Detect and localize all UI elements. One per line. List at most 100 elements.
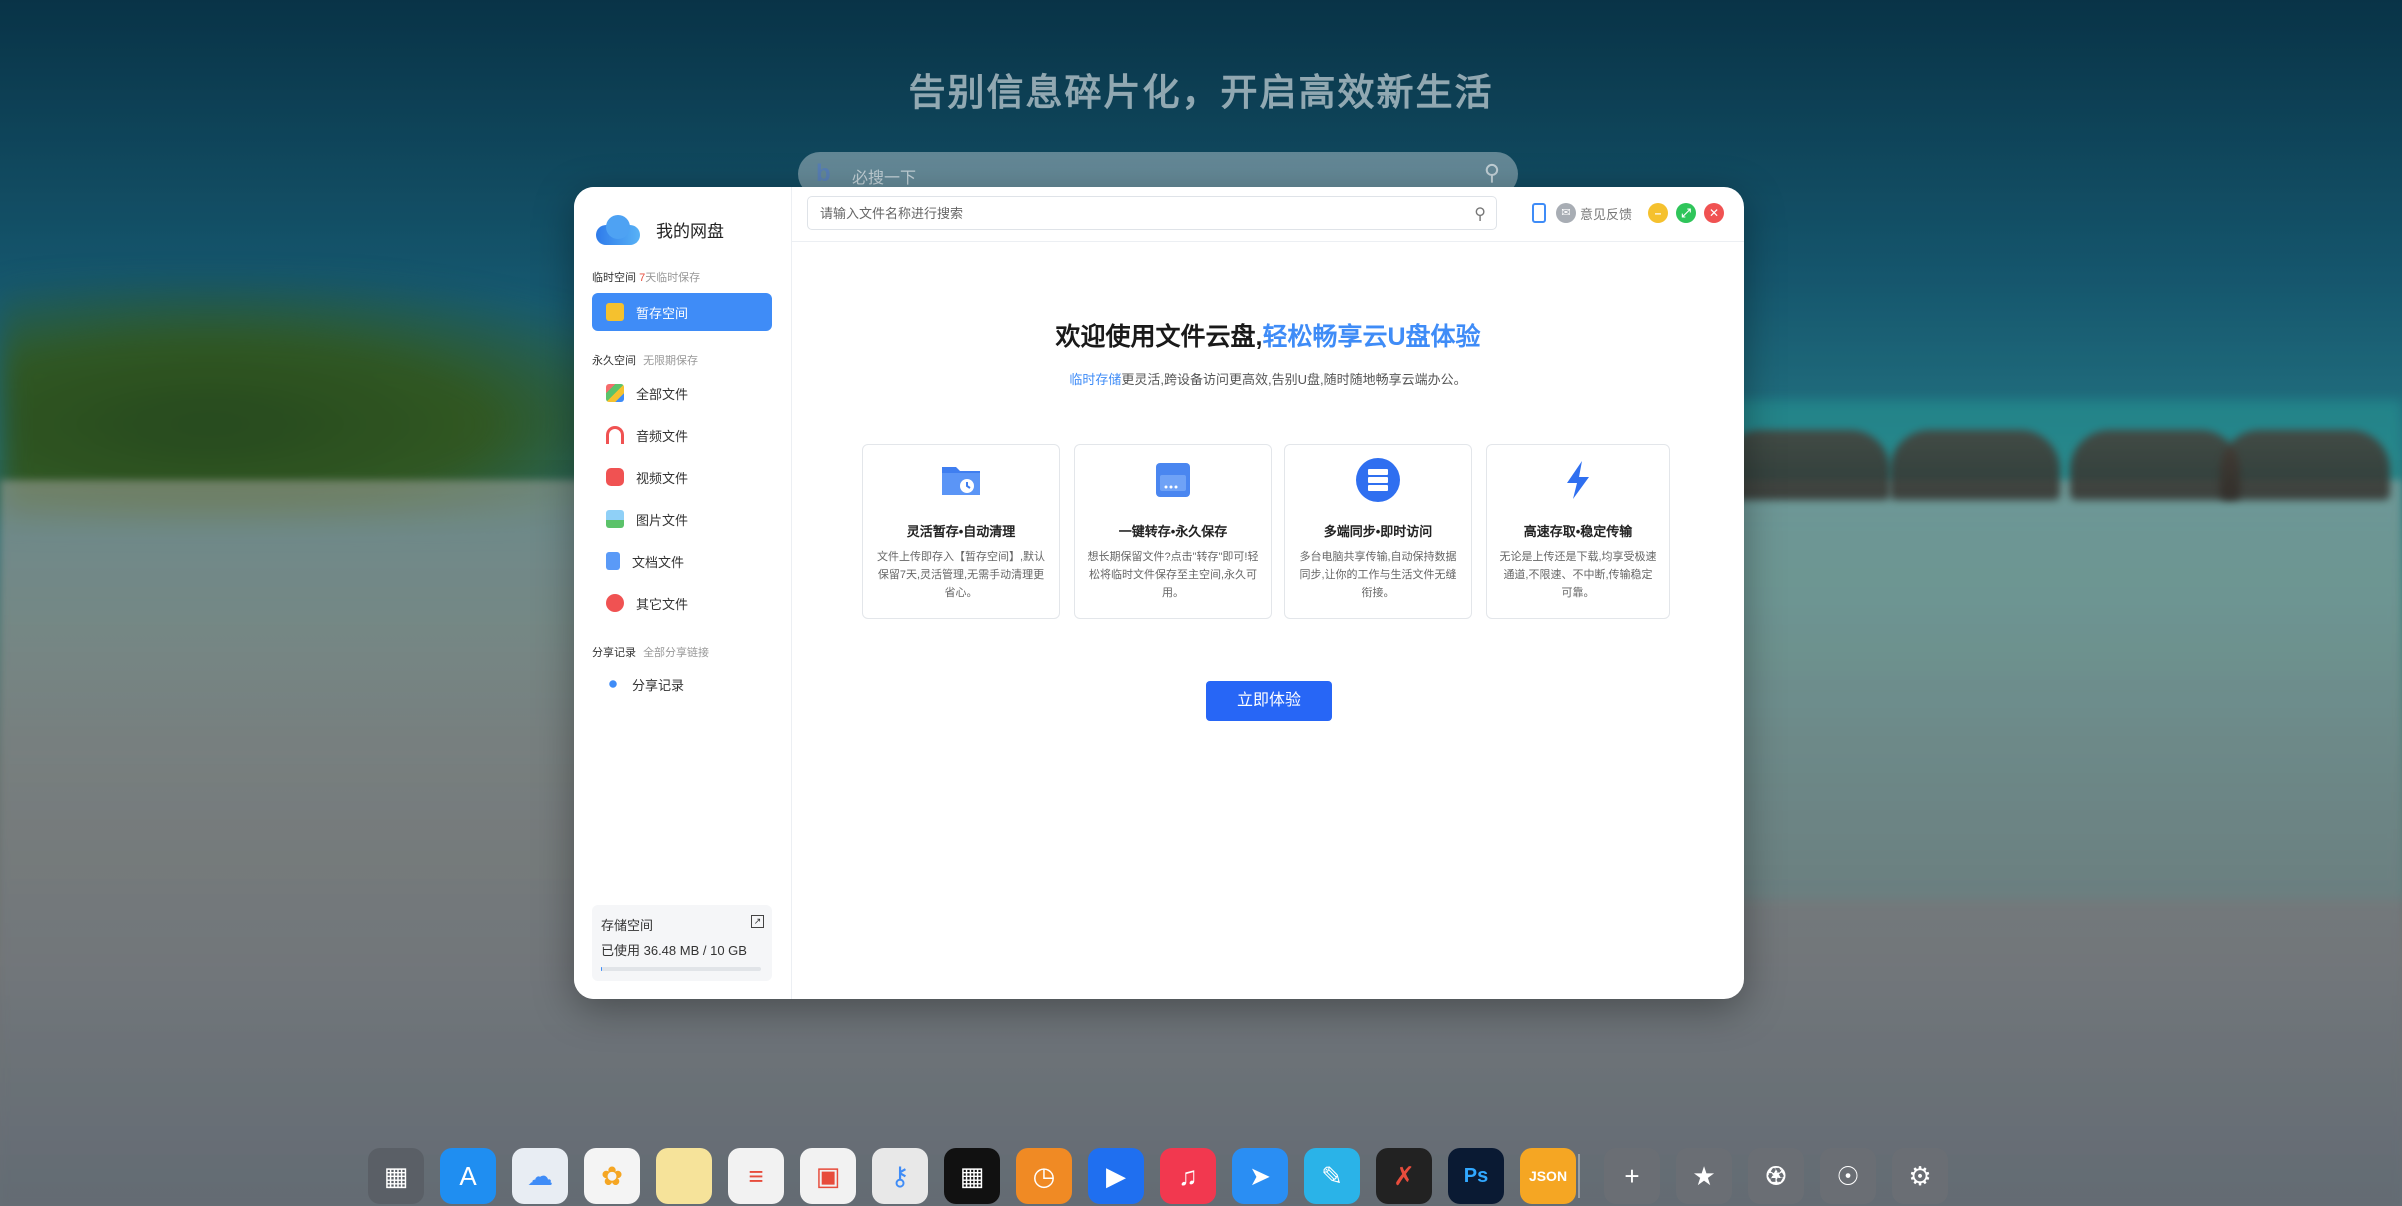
brand-name: 我的网盘 (656, 221, 724, 241)
feedback-icon[interactable]: ✉ (1556, 203, 1576, 223)
feedback-link[interactable]: 意见反馈 (1580, 204, 1632, 223)
minimize-button[interactable]: – (1648, 203, 1669, 223)
grid-icon (606, 384, 624, 402)
file-search-input[interactable] (808, 197, 1448, 229)
dock-separator (1578, 1154, 1580, 1198)
toolbar: ⚲ ✉ 意见反馈 – ⤢ ✕ (792, 187, 1744, 242)
sidebar-item-images[interactable]: 图片文件 (592, 500, 772, 538)
welcome-subtitle: 临时存储更灵活,跨设备访问更高效,告别U盘,随时随地畅享云端办公。 (792, 369, 1744, 388)
image-icon (606, 510, 624, 528)
settings-icon[interactable]: ⚙ (1892, 1148, 1948, 1204)
mobile-device-icon[interactable] (1532, 203, 1546, 223)
welcome-title-main: 欢迎使用文件云盘, (1055, 323, 1263, 351)
section-label: 分享记录 (592, 647, 636, 659)
sidebar-item-video[interactable]: 视频文件 (592, 458, 772, 496)
sidebar-item-other[interactable]: 其它文件 (592, 584, 772, 622)
cloud-drive-window: 我的网盘 临时空间 7天临时保存 暂存空间 永久空间 无限期保存 全部文件 音频… (574, 187, 1744, 999)
feature-card-desc: 多台电脑共享传输,自动保持数据同步,让你的工作与生活文件无缝衔接。 (1299, 551, 1457, 599)
sidebar-item-label: 暂存空间 (636, 305, 689, 321)
document-icon (606, 552, 620, 570)
folder-icon (606, 303, 624, 321)
cloud-logo-icon (594, 213, 642, 245)
main-content: ⚲ ✉ 意见反馈 – ⤢ ✕ 欢迎使用文件云盘,轻松畅享云U盘体验 临时存储更灵… (792, 187, 1744, 999)
video-player-icon[interactable]: ▶ (1088, 1148, 1144, 1204)
storage-progress-fill (601, 967, 602, 971)
share-icon (606, 677, 620, 691)
sidebar-item-all-files[interactable]: 全部文件 (592, 374, 772, 412)
more-dots-icon (606, 594, 624, 612)
feature-card-title: 灵活暂存•自动清理 (906, 524, 1016, 539)
feature-card-title: 多端同步•即时访问 (1323, 524, 1433, 539)
keychain-icon[interactable]: ⚷ (872, 1148, 928, 1204)
reminders-icon[interactable]: ≡ (728, 1148, 784, 1204)
sidebar-item-staging[interactable]: 暂存空间 (592, 293, 772, 331)
welcome-title-highlight: 轻松畅享云U盘体验 (1262, 323, 1481, 351)
server-icon (1355, 457, 1401, 503)
add-icon[interactable]: + (1604, 1148, 1660, 1204)
desktop-tagline: 告别信息碎片化，开启高效新生活 (908, 72, 1494, 113)
sidebar-item-label: 分享记录 (632, 677, 685, 693)
feature-card-desc: 无论是上传还是下载,均享受极速通道,不限速、不中断,传输稳定可靠。 (1499, 551, 1657, 599)
lightning-icon (1555, 457, 1601, 503)
brand: 我的网盘 (594, 213, 724, 245)
json-tool-icon[interactable]: JSON (1520, 1148, 1576, 1204)
toolbar-actions: ✉ 意见反馈 – ⤢ ✕ (1532, 203, 1725, 223)
screen-time-icon[interactable]: ☉ (1820, 1148, 1876, 1204)
section-temp-space: 临时空间 7天临时保存 (592, 269, 700, 285)
feature-card: 灵活暂存•自动清理 文件上传即存入【暂存空间】,默认保留7天,灵活管理,无需手动… (862, 444, 1060, 619)
search-icon[interactable]: ⚲ (1474, 204, 1486, 224)
section-perm-space: 永久空间 无限期保存 (592, 352, 698, 368)
section-share: 分享记录 全部分享链接 (592, 644, 709, 660)
notes-icon[interactable] (656, 1148, 712, 1204)
feature-card: 一键转存•永久保存 想长期保留文件?点击"转存"即可!轻松将临时文件保存至主空间… (1074, 444, 1272, 619)
icloud-icon[interactable]: ☁ (512, 1148, 568, 1204)
close-button[interactable]: ✕ (1704, 203, 1725, 223)
feature-card: 高速存取•稳定传输 无论是上传还是下载,均享受极速通道,不限速、不中断,传输稳定… (1486, 444, 1670, 619)
feature-card: 多端同步•即时访问 多台电脑共享传输,自动保持数据同步,让你的工作与生活文件无缝… (1284, 444, 1472, 619)
welcome-title: 欢迎使用文件云盘,轻松畅享云U盘体验 (792, 317, 1744, 353)
subtitle-text: 更灵活,跨设备访问更高效,告别U盘,随时随地畅享云端办公。 (1121, 372, 1467, 387)
sidebar-item-label: 音频文件 (636, 428, 689, 444)
clock-icon[interactable]: ◷ (1016, 1148, 1072, 1204)
sidebar-item-documents[interactable]: 文档文件 (592, 542, 772, 580)
feature-card-title: 一键转存•永久保存 (1118, 524, 1228, 539)
folder-clock-icon (938, 457, 984, 503)
video-play-icon (606, 468, 624, 486)
wallet-icon[interactable]: ▦ (944, 1148, 1000, 1204)
bing-logo-icon: b (816, 160, 831, 187)
sidebar-item-audio[interactable]: 音频文件 (592, 416, 772, 454)
archive-box-icon (1150, 457, 1196, 503)
photos-icon[interactable]: ✿ (584, 1148, 640, 1204)
section-sub: 天临时保存 (645, 272, 701, 284)
storage-used: 已使用 36.48 MB / 10 GB (601, 943, 747, 958)
safari-icon[interactable]: ➤ (1232, 1148, 1288, 1204)
web-search-placeholder: 必搜一下 (852, 170, 917, 187)
storage-panel: 存储空间 已使用 36.48 MB / 10 GB ↗ (592, 905, 772, 981)
external-link-icon[interactable]: ↗ (751, 915, 764, 928)
sidebar-item-label: 全部文件 (636, 386, 689, 402)
feature-card-title: 高速存取•稳定传输 (1523, 524, 1633, 539)
file-search-box: ⚲ (807, 196, 1497, 230)
search-icon[interactable]: ⚲ (1484, 160, 1500, 186)
launchpad-icon[interactable]: ▦ (368, 1148, 424, 1204)
dock: ▦ A ☁ ✿ ≡ ▣ ⚷ ▦ ◷ ▶ ♫ ➤ ✎ ✗ Ps JSON + ★ … (358, 1140, 1948, 1206)
sidebar-item-label: 视频文件 (636, 470, 689, 486)
photoshop-icon[interactable]: Ps (1448, 1148, 1504, 1204)
try-now-button[interactable]: 立即体验 (1206, 681, 1332, 721)
sidebar-item-label: 图片文件 (636, 512, 689, 528)
brush-icon[interactable]: ♼ (1748, 1148, 1804, 1204)
headphones-icon (606, 426, 624, 444)
music-icon[interactable]: ♫ (1160, 1148, 1216, 1204)
feature-card-desc: 文件上传即存入【暂存空间】,默认保留7天,灵活管理,无需手动清理更省心。 (876, 551, 1046, 599)
git-tool-icon[interactable]: ✗ (1376, 1148, 1432, 1204)
app-store-icon[interactable]: A (440, 1148, 496, 1204)
freeform-icon[interactable]: ✎ (1304, 1148, 1360, 1204)
sidebar-item-label: 其它文件 (636, 596, 689, 612)
sidebar-item-share[interactable]: 分享记录 (592, 665, 772, 703)
storage-title: 存储空间 (601, 918, 654, 933)
maximize-button[interactable]: ⤢ (1676, 203, 1697, 223)
calendar-icon[interactable]: ▣ (800, 1148, 856, 1204)
section-sub: 全部分享链接 (643, 647, 710, 659)
extensions-icon[interactable]: ★ (1676, 1148, 1732, 1204)
section-label: 永久空间 (592, 355, 636, 367)
